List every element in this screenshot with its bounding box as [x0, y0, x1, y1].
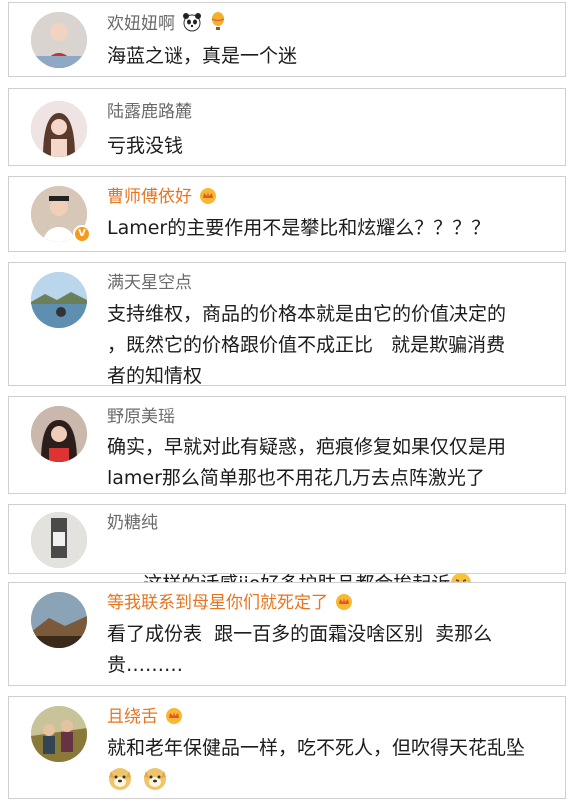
username-text: 等我联系到母星你们就死定了 — [107, 593, 328, 613]
comment-card[interactable]: 且绕舌 就和老年保健品一样，吃不死人，但吹得天花乱坠 — [8, 696, 566, 799]
username-text: 满天星空点 — [107, 273, 192, 293]
comment-text: Lamer的主要作用不是攀比和炫耀么？？？？ — [107, 217, 491, 239]
avatar[interactable] — [31, 592, 87, 648]
username[interactable]: 陆露鹿路麓 — [107, 101, 192, 123]
avatar[interactable] — [31, 12, 87, 68]
username-text: 野原美瑶 — [107, 407, 175, 427]
avatar[interactable] — [31, 101, 87, 157]
comment-card[interactable]: 陆露鹿路麓 亏我没钱 — [8, 88, 566, 166]
username[interactable]: 曹师傅依好 — [107, 186, 217, 211]
doge-emoji-icon — [107, 765, 133, 795]
verified-badge-icon: V — [73, 225, 91, 243]
comment-card[interactable]: V 曹师傅依好 Lamer的主要作用不是攀比和炫耀么？？？？ — [8, 176, 566, 252]
comment-card[interactable]: 欢妞妞啊 海蓝之谜，真是一个迷 — [8, 2, 566, 77]
comment-card[interactable]: 满天星空点 支持维权，商品的价格本就是由它的价值决定的 ，既然它的价格跟价值不成… — [8, 262, 566, 387]
comment-feed: 欢妞妞啊 海蓝之谜，真是一个迷 陆露鹿路麓 亏我没钱 V 曹师傅依好 Lamer… — [0, 0, 576, 801]
username-text: 奶糖纯 — [107, 513, 158, 533]
comment-card[interactable]: 等我联系到母星你们就死定了 看了成份表 跟一百多的面霜没啥区别 卖那么 贵……… — [8, 582, 566, 686]
username[interactable]: 欢妞妞啊 — [107, 12, 226, 38]
comment-text: 看了成份表 跟一百多的面霜没啥区别 卖那么 贵……… — [107, 623, 493, 676]
comment-text: 确实，早就对此有疑惑，疤痕修复如果仅仅是用 lamer那么简单那也不用花几万去点… — [107, 436, 507, 489]
balloon-emoji-icon — [210, 12, 226, 38]
username[interactable]: 等我联系到母星你们就死定了 — [107, 592, 353, 617]
panda-emoji-icon — [182, 12, 202, 38]
comment-text: 支持维权，商品的价格本就是由它的价值决定的 ，既然它的价格跟价值不成正比 就是欺… — [107, 303, 507, 387]
avatar[interactable] — [31, 512, 87, 568]
username-text: 且绕舌 — [107, 707, 158, 727]
avatar[interactable] — [31, 706, 87, 762]
comment-card[interactable]: 野原美瑶 确实，早就对此有疑惑，疤痕修复如果仅仅是用 lamer那么简单那也不用… — [8, 396, 566, 494]
doge-emoji-icon — [142, 765, 168, 795]
username-text: 欢妞妞啊 — [107, 14, 175, 34]
emoji-row — [107, 765, 168, 795]
username[interactable]: 奶糖纯 — [107, 512, 158, 534]
username[interactable]: 且绕舌 — [107, 706, 183, 731]
username[interactable]: 野原美瑶 — [107, 406, 175, 428]
username-text: 曹师傅依好 — [107, 187, 192, 207]
vip-crown-icon — [165, 707, 183, 731]
comment-text: 就和老年保健品一样，吃不死人，但吹得天花乱坠 — [107, 737, 526, 759]
avatar[interactable] — [31, 272, 87, 328]
username[interactable]: 满天星空点 — [107, 272, 192, 294]
comment-text: 海蓝之谜，真是一个迷 — [107, 45, 298, 67]
username-text: 陆露鹿路麓 — [107, 102, 192, 122]
vip-crown-icon — [199, 187, 217, 211]
comment-card[interactable]: 奶糖纯 这样的话感jio好多护肤品都会挨起诉 — [8, 504, 566, 595]
vip-crown-icon — [335, 593, 353, 617]
comment-text: 亏我没钱 — [107, 135, 184, 157]
avatar[interactable] — [31, 406, 87, 462]
